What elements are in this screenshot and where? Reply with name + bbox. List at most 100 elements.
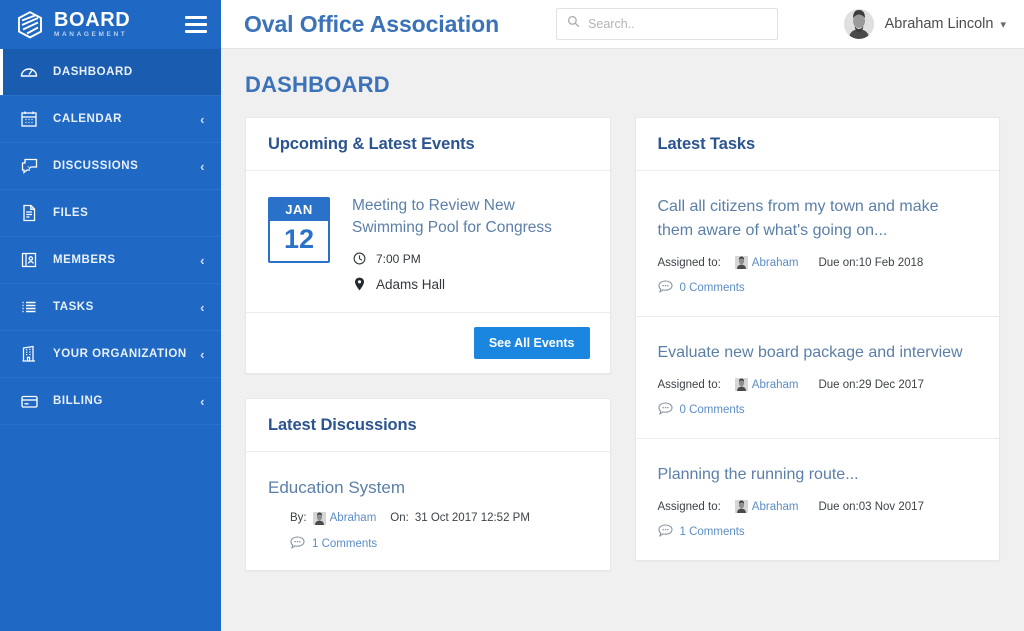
card-title: Upcoming & Latest Events (268, 135, 475, 153)
sidebar-item-your-organization[interactable]: YOUR ORGANIZATION ‹ (0, 331, 221, 378)
hamburger-icon[interactable] (185, 16, 207, 33)
card-title: Latest Tasks (657, 135, 756, 153)
task-comments-count[interactable]: 0 Comments (680, 404, 745, 416)
card-header: Latest Discussions (246, 399, 610, 452)
search-icon (567, 15, 580, 33)
sidebar-item-tasks[interactable]: TASKS ‹ (0, 284, 221, 331)
speedometer-icon (19, 62, 39, 82)
event-month: JAN (270, 199, 328, 221)
event-day: 12 (283, 224, 315, 254)
credit-card-icon (19, 391, 39, 411)
task-meta: Assigned to: Abraham (658, 500, 978, 513)
clock-icon (352, 252, 366, 265)
search-box[interactable] (556, 8, 779, 40)
search-input[interactable] (588, 17, 768, 31)
task-assignee[interactable]: Abraham (752, 379, 799, 391)
map-pin-icon (352, 277, 366, 291)
chevron-left-icon: ‹ (200, 346, 205, 362)
hexagon-stripes-icon (15, 10, 45, 40)
top-bar: Oval Office Association Search.. Abraham… (221, 0, 1024, 49)
chevron-left-icon: ‹ (200, 252, 205, 268)
due-on-label: Due on: (818, 378, 859, 391)
right-column: Latest Tasks Call all citizens from my t… (634, 117, 1000, 585)
event-date-badge: JAN 12 (268, 197, 330, 263)
comment-bubble-icon (657, 402, 673, 418)
id-card-icon (19, 250, 39, 270)
assigned-to-label: Assigned to: (657, 256, 721, 269)
card-title: Latest Discussions (268, 415, 417, 434)
event-time: 7:00 PM (376, 251, 421, 266)
dashboard-columns: Upcoming & Latest Events JAN 12 Meeting … (245, 117, 1000, 595)
discussion-by-label: By: (290, 512, 307, 525)
brand-name: BOARD (54, 9, 131, 32)
task-row: Evaluate new board package and interview… (635, 317, 999, 439)
assignee-avatar (734, 378, 748, 391)
app-root: BOARD MANAGEMENT DASHBOARD CALENDAR ‹ DI… (0, 0, 1024, 631)
task-comments-row[interactable]: 0 Comments (657, 280, 978, 296)
user-name: Abraham Lincoln (884, 16, 994, 32)
task-due-date: 29 Dec 2017 (858, 378, 924, 391)
chevron-down-icon[interactable]: ▾ (1000, 18, 1006, 31)
page-title: DASHBOARD (245, 72, 390, 97)
card-header: Latest Tasks (635, 118, 999, 171)
user-menu[interactable]: Abraham Lincoln ▾ (843, 9, 1010, 39)
task-meta: Assigned to: Abraham (658, 256, 978, 269)
sidebar-item-label: TASKS (53, 301, 94, 313)
chevron-left-icon: ‹ (200, 299, 205, 315)
sidebar-item-calendar[interactable]: CALENDAR ‹ (0, 96, 221, 143)
chevron-left-icon: ‹ (200, 158, 205, 174)
main-area: Oval Office Association Search.. Abraham… (221, 0, 1024, 631)
file-icon (19, 203, 39, 223)
task-title[interactable]: Call all citizens from my town and make … (658, 195, 978, 243)
content-area: DASHBOARD Upcoming & Latest Events JAN 1 (221, 49, 1024, 631)
left-column: Upcoming & Latest Events JAN 12 Meeting … (245, 117, 611, 595)
discussion-comments-row[interactable]: 1 Comments (268, 536, 588, 552)
event-item: JAN 12 Meeting to Review New Swimming Po… (268, 195, 588, 292)
discussion-item: Education System By: Abraham On: 31 Oct … (246, 452, 610, 570)
see-all-events-button[interactable]: See All Events (473, 326, 590, 359)
task-comments-row[interactable]: 0 Comments (657, 402, 978, 418)
discussion-meta: By: Abraham On: 31 Oct 2017 12:52 PM (268, 511, 588, 525)
sidebar-item-files[interactable]: FILES (0, 190, 221, 237)
due-on-label: Due on: (818, 256, 859, 269)
task-row: Call all citizens from my town and make … (635, 171, 999, 317)
assigned-to-label: Assigned to: (657, 378, 721, 391)
task-comments-count[interactable]: 0 Comments (680, 282, 745, 294)
event-location: Adams Hall (376, 276, 446, 292)
sidebar-item-label: DISCUSSIONS (53, 160, 139, 172)
building-icon (19, 344, 39, 364)
sidebar-item-billing[interactable]: BILLING ‹ (0, 378, 221, 425)
card-header: Upcoming & Latest Events (246, 118, 610, 171)
task-title[interactable]: Evaluate new board package and interview (658, 341, 978, 365)
author-avatar (312, 511, 326, 525)
sidebar-item-label: YOUR ORGANIZATION (53, 348, 187, 360)
event-title[interactable]: Meeting to Review New Swimming Pool for … (352, 195, 588, 240)
task-assignee[interactable]: Abraham (752, 257, 799, 269)
comment-bubble-icon (290, 536, 305, 552)
task-assignee[interactable]: Abraham (752, 501, 799, 513)
sidebar-item-discussions[interactable]: DISCUSSIONS ‹ (0, 143, 221, 190)
organization-title: Oval Office Association (244, 10, 500, 37)
sidebar-item-members[interactable]: MEMBERS ‹ (0, 237, 221, 284)
discussion-title[interactable]: Education System (268, 478, 588, 498)
upcoming-events-card: Upcoming & Latest Events JAN 12 Meeting … (245, 117, 611, 374)
sidebar-item-label: BILLING (53, 395, 103, 407)
sidebar-item-dashboard[interactable]: DASHBOARD (0, 49, 221, 96)
sidebar-item-label: MEMBERS (53, 254, 116, 266)
task-comments-row[interactable]: 1 Comments (657, 524, 978, 540)
task-comments-count[interactable]: 1 Comments (680, 526, 745, 538)
card-body: JAN 12 Meeting to Review New Swimming Po… (246, 171, 610, 312)
comment-bubble-icon (657, 280, 673, 296)
assigned-to-label: Assigned to: (657, 500, 721, 513)
chat-bubbles-icon (19, 156, 39, 176)
discussion-on-label: On: (390, 512, 409, 525)
task-meta: Assigned to: Abraham (658, 378, 978, 391)
chevron-left-icon: ‹ (200, 111, 205, 127)
discussion-author[interactable]: Abraham (330, 512, 377, 524)
sidebar-nav: DASHBOARD CALENDAR ‹ DISCUSSIONS ‹ FILES… (0, 49, 221, 631)
calendar-icon (19, 109, 39, 129)
discussion-comments-count[interactable]: 1 Comments (312, 538, 377, 550)
task-title[interactable]: Planning the running route... (658, 463, 978, 487)
event-info: Meeting to Review New Swimming Pool for … (352, 195, 588, 292)
assignee-avatar (734, 500, 748, 513)
